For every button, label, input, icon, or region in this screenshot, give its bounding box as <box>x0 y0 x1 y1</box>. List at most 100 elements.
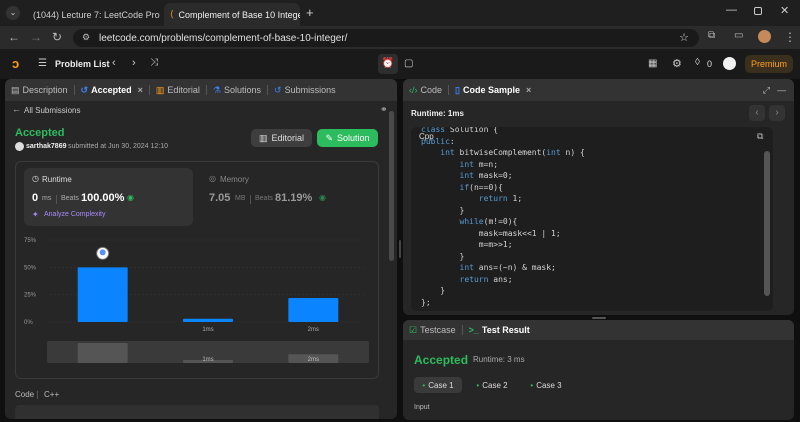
problem-list-icon[interactable]: ☰ <box>38 58 47 69</box>
terminal-icon: >_ <box>468 325 479 335</box>
notes-icon[interactable]: ▢ <box>404 58 413 69</box>
submitter-name[interactable]: sarthak7869 <box>26 143 66 150</box>
close-tab-icon[interactable]: × <box>138 85 143 95</box>
test-result-panel: ☑ Testcase >_ Test Result Accepted Runti… <box>403 320 794 420</box>
close-tab-icon[interactable]: × <box>526 85 531 95</box>
navigator-label: 1ms <box>202 357 213 363</box>
tab-label: Code <box>420 85 443 95</box>
input-label: Input <box>414 404 430 411</box>
tab-accepted[interactable]: ↺ Accepted × <box>75 79 149 101</box>
case-3-tab[interactable]: • Case 3 <box>524 377 568 393</box>
x-tick-label: 1ms <box>202 327 213 333</box>
navigator-label: 2ms <box>308 357 319 363</box>
prev-problem-icon[interactable]: ‹ <box>112 57 116 69</box>
code-editor: Cpp ⧉ class Solution {public: int bitwis… <box>411 127 773 311</box>
tab-testcase[interactable]: ☑ Testcase <box>403 320 462 340</box>
divider <box>250 195 251 204</box>
close-window-icon[interactable]: ✕ <box>780 4 789 17</box>
case-1-tab[interactable]: • Case 1 <box>414 377 462 393</box>
minimize-icon[interactable]: — <box>726 4 737 16</box>
tab-code-sample[interactable]: ▯ Code Sample × <box>449 79 537 101</box>
back-arrow-icon[interactable]: ← <box>12 104 21 114</box>
chart-bar[interactable] <box>77 267 128 322</box>
vertical-resize-handle[interactable] <box>399 240 401 258</box>
tab-description[interactable]: ▤ Description <box>5 79 74 101</box>
next-problem-icon[interactable]: › <box>132 57 136 69</box>
ai-icon: ◉ <box>127 193 134 202</box>
tab-list-dropdown-icon[interactable]: ⌄ <box>6 6 20 20</box>
x-tick-label: 2ms <box>308 327 319 333</box>
button-label: Editorial <box>271 133 305 143</box>
site-info-icon[interactable]: ⚙ <box>82 32 90 43</box>
bookmark-star-icon[interactable]: ☆ <box>679 31 689 44</box>
code-line: return ans; <box>459 274 513 284</box>
leetcode-logo[interactable]: ↄ <box>12 56 19 71</box>
code-line: mask=mask<<1 | 1; <box>421 228 561 238</box>
next-sample-button[interactable]: › <box>769 105 785 121</box>
code-line: } <box>421 251 465 261</box>
all-submissions-link[interactable]: All Submissions <box>24 106 80 115</box>
streak-fire-icon[interactable]: ◊ <box>695 57 700 68</box>
tab-label: Description <box>22 85 68 95</box>
restore-icon[interactable] <box>754 7 762 15</box>
problem-list-link[interactable]: Problem List <box>55 59 110 69</box>
runtime-card[interactable]: ◷ Runtime 0 ms Beats 100.00% ◉ ✦ Analyze… <box>24 168 193 226</box>
code-line: int bitwiseComplement(int n) { <box>440 148 585 157</box>
code-line: int m=n; <box>459 159 499 169</box>
new-tab-button[interactable]: + <box>306 5 314 20</box>
horizontal-resize-handle[interactable] <box>592 317 606 319</box>
settings-gear-icon[interactable]: ⚙ <box>672 57 682 70</box>
chart-bar[interactable] <box>288 297 339 322</box>
memory-card[interactable]: ◎ Memory 7.05 MB Beats 81.19% ◉ <box>201 168 370 226</box>
app-header: ↄ ☰ Problem List ‹ › ⤨ ⏰ ▢ ▦ ⚙ ◊ 0 Premi… <box>0 49 800 79</box>
language-label: C++ <box>44 390 60 399</box>
scrollbar[interactable] <box>389 103 394 417</box>
extensions-icon[interactable]: ⧉ <box>708 30 715 41</box>
user-avatar[interactable] <box>723 57 736 70</box>
sidebar-icon[interactable]: ▭ <box>734 30 743 41</box>
tab-solutions[interactable]: ⚗ Solutions <box>207 79 267 101</box>
browser-tab-youtube[interactable]: (1044) Lecture 7: LeetCode Pro × <box>22 3 162 26</box>
url-field[interactable]: ⚙ leetcode.com/problems/complement-of-ba… <box>73 29 699 47</box>
prev-sample-button[interactable]: ‹ <box>749 105 765 121</box>
premium-button[interactable]: Premium <box>745 55 793 73</box>
more-options-icon[interactable]: ⋮ <box>784 30 796 44</box>
case-2-tab[interactable]: • Case 2 <box>470 377 514 393</box>
timer-icon[interactable]: ⏰ <box>378 54 398 74</box>
share-link-icon[interactable]: ⚭ <box>380 104 388 115</box>
y-tick-label: 0% <box>24 320 33 326</box>
result-runtime: Runtime: 3 ms <box>473 355 525 364</box>
scroll-thumb[interactable] <box>764 151 770 296</box>
layout-icon[interactable]: ▦ <box>648 58 657 69</box>
submitted-time: submitted at Jun 30, 2024 12:10 <box>68 143 169 150</box>
shuffle-icon[interactable]: ⤨ <box>150 57 158 68</box>
y-tick-label: 25% <box>24 293 37 299</box>
premium-label: Premium <box>750 59 787 69</box>
tab-title: Complement of Base 10 Intege <box>178 9 300 20</box>
tab-test-result[interactable]: >_ Test Result <box>463 320 536 340</box>
back-arrow-icon[interactable]: ← <box>8 30 20 44</box>
solution-button[interactable]: ✎ Solution <box>317 129 378 147</box>
browser-tab-leetcode[interactable]: ⟨ Complement of Base 10 Intege × <box>164 3 300 26</box>
reload-icon[interactable]: ↻ <box>52 30 62 44</box>
analyze-complexity-link[interactable]: Analyze Complexity <box>44 211 105 218</box>
code-block: class Solution {public: int bitwiseCompl… <box>421 127 761 309</box>
tab-submissions[interactable]: ↺ Submissions <box>268 79 342 101</box>
minimize-icon[interactable]: — <box>777 85 786 95</box>
maximize-icon[interactable]: ⤢ <box>763 85 770 96</box>
forward-arrow-icon[interactable]: → <box>30 30 42 44</box>
tab-code[interactable]: ‹/› Code <box>403 79 448 101</box>
left-panel: ▤ Description ↺ Accepted × ▥ Editorial ⚗… <box>5 79 397 419</box>
tab-editorial[interactable]: ▥ Editorial <box>150 79 206 101</box>
scroll-thumb[interactable] <box>389 111 394 261</box>
book-icon: ▥ <box>258 132 268 143</box>
history-icon: ↺ <box>274 84 282 95</box>
tab-label: Testcase <box>420 325 456 335</box>
flask-icon: ⚗ <box>212 84 221 95</box>
runtime-distribution-chart: 75% 50% 25% 0% 1ms 2ms 1ms 2ms <box>24 238 369 363</box>
profile-avatar[interactable] <box>758 30 771 43</box>
runtime-label: Runtime <box>42 175 72 184</box>
chart-bar[interactable] <box>183 318 233 322</box>
editorial-button[interactable]: ▥ Editorial <box>251 129 312 147</box>
code-scrollbar[interactable] <box>764 145 770 305</box>
